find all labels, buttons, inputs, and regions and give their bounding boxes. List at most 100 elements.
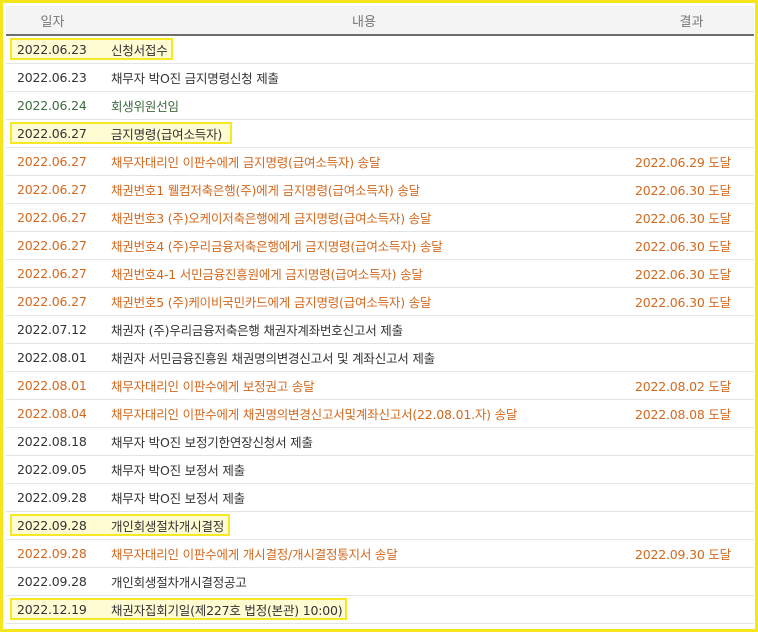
- row-date-text: 2022.06.27: [17, 294, 87, 309]
- row-date: 2022.09.28: [6, 511, 230, 540]
- row-result-text: 2022.06.30 도달: [635, 211, 731, 226]
- row-date-text: 2022.09.28: [17, 490, 87, 505]
- table-row: 2022.08.01 채무자대리인 이판수에게 보정권고 송달 2022.08.02…: [6, 371, 754, 400]
- row-date-text: 2022.06.27: [17, 238, 87, 253]
- row-date: 2022.06.23: [6, 63, 99, 92]
- row-content: 채권번호3 (주)오케이저축은행에게 금지명령(급여소득자) 송달: [99, 203, 629, 232]
- table-header-row: 일자 내용 결과: [6, 6, 754, 36]
- row-result-text: 2022.06.30 도달: [635, 183, 731, 198]
- row-content-text: 채무자대리인 이판수에게 개시결정/개시결정통지서 송달: [111, 547, 398, 562]
- row-content: 채권자 서민금융진흥원 채권명의변경신고서 및 계좌신고서 제출: [99, 343, 629, 372]
- column-header-content: 내용: [99, 6, 629, 36]
- row-content-text: 개인회생절차개시결정: [111, 519, 225, 534]
- row-date-text: 2022.08.01: [17, 350, 87, 365]
- row-date: 2022.09.28: [6, 483, 99, 512]
- row-date-text: 2022.06.23: [17, 70, 87, 85]
- row-content-text: 채권자 (주)우리금융저축은행 채권자계좌번호신고서 제출: [111, 323, 403, 338]
- row-content: 채무자 박O진 보정서 제출: [99, 483, 629, 512]
- row-content-text: 개인회생절차개시결정공고: [111, 575, 247, 590]
- table-row: 2022.08.18 채무자 박O진 보정기한연장신청서 제출: [6, 427, 754, 456]
- row-result: [629, 63, 754, 92]
- row-result: 2022.08.08 도달: [629, 399, 754, 428]
- row-result: [629, 35, 754, 64]
- table-row: 2022.09.05 채무자 박O진 보정서 제출: [6, 455, 754, 484]
- row-content-text: 채무자대리인 이판수에게 금지명령(급여소득자) 송달: [111, 155, 381, 170]
- table-row: 2022.07.12 채권자 (주)우리금융저축은행 채권자계좌번호신고서 제출: [6, 315, 754, 344]
- case-history-table: 일자 내용 결과 2022.06.23 신청서접수 2022.06.23 채무자 박O…: [6, 6, 754, 624]
- row-date-text: 2022.08.01: [17, 378, 87, 393]
- row-content-text: 채권자집회기일(제227호 법정(본관) 10:00): [111, 603, 343, 618]
- table-row: 2022.09.28 개인회생절차개시결정공고: [6, 567, 754, 596]
- table-row: 2022.09.28 채무자 박O진 보정서 제출: [6, 483, 754, 512]
- row-result: 2022.06.29 도달: [629, 147, 754, 176]
- row-date-text: 2022.06.27: [17, 154, 87, 169]
- row-content-text: 회생위원선임: [111, 99, 179, 114]
- row-date-text: 2022.07.12: [17, 322, 87, 337]
- table-row: 2022.08.04 채무자대리인 이판수에게 채권명의변경신고서및계좌신고서(2…: [6, 399, 754, 428]
- table-row: 2022.06.27 금지명령(급여소득자): [6, 119, 754, 148]
- row-date: 2022.06.27: [6, 175, 99, 204]
- table-row: 2022.09.28 개인회생절차개시결정: [6, 511, 754, 540]
- row-result: [629, 119, 754, 148]
- row-content-text: 채권번호1 웰컴저축은행(주)에게 금지명령(급여소득자) 송달: [111, 183, 420, 198]
- row-date: 2022.08.04: [6, 399, 99, 428]
- row-date: 2022.08.01: [6, 343, 99, 372]
- row-content-text: 채무자대리인 이판수에게 보정권고 송달: [111, 379, 315, 394]
- column-header-result: 결과: [629, 6, 754, 36]
- row-content: 신청서접수: [99, 35, 629, 64]
- row-date-text: 2022.06.24: [17, 98, 87, 113]
- row-result-text: 2022.06.30 도달: [635, 295, 731, 310]
- row-content: 회생위원선임: [99, 91, 629, 120]
- row-date: 2022.09.05: [6, 455, 99, 484]
- row-content: 채무자 박O진 금지명령신청 제출: [99, 63, 629, 92]
- row-date-text: 2022.12.19: [17, 602, 87, 617]
- row-date: 2022.07.12: [6, 315, 99, 344]
- table-row: 2022.06.23 신청서접수: [6, 35, 754, 64]
- row-date: 2022.06.27: [6, 147, 99, 176]
- row-content: 채권자 (주)우리금융저축은행 채권자계좌번호신고서 제출: [99, 315, 629, 344]
- row-content: 채무자대리인 이판수에게 채권명의변경신고서및계좌신고서(22.08.01.자)…: [99, 399, 629, 428]
- row-content: 채무자대리인 이판수에게 보정권고 송달: [99, 371, 629, 400]
- row-date-text: 2022.06.27: [17, 266, 87, 281]
- row-result: [629, 511, 754, 540]
- column-header-date: 일자: [6, 6, 99, 36]
- row-result: 2022.08.02 도달: [629, 371, 754, 400]
- row-date-text: 2022.06.27: [17, 210, 87, 225]
- table-row: 2022.06.27 채권번호4-1 서민금융진흥원에게 금지명령(급여소득자) …: [6, 259, 754, 288]
- row-content-text: 채권번호4 (주)우리금융저축은행에게 금지명령(급여소득자) 송달: [111, 239, 443, 254]
- row-date: 2022.06.23: [6, 35, 173, 64]
- row-content-text: 채권자 서민금융진흥원 채권명의변경신고서 및 계좌신고서 제출: [111, 351, 435, 366]
- row-result: [629, 343, 754, 372]
- row-result-text: 2022.08.08 도달: [635, 407, 731, 422]
- row-content: 개인회생절차개시결정공고: [99, 567, 629, 596]
- row-content: 채권번호4 (주)우리금융저축은행에게 금지명령(급여소득자) 송달: [99, 231, 629, 260]
- row-result: 2022.06.30 도달: [629, 259, 754, 288]
- row-content-text: 금지명령(급여소득자): [111, 127, 223, 142]
- row-content-text: 채무자 박O진 보정서 제출: [111, 491, 245, 506]
- row-content-text: 채권번호4-1 서민금융진흥원에게 금지명령(급여소득자) 송달: [111, 267, 423, 282]
- row-content: 채권번호1 웰컴저축은행(주)에게 금지명령(급여소득자) 송달: [99, 175, 629, 204]
- row-content: 채무자 박O진 보정기한연장신청서 제출: [99, 427, 629, 456]
- table-row: 2022.12.19 채권자집회기일(제227호 법정(본관) 10:00): [6, 595, 754, 624]
- row-date: 2022.09.28: [6, 539, 99, 568]
- row-date-text: 2022.08.18: [17, 434, 87, 449]
- row-date-text: 2022.06.23: [17, 42, 87, 57]
- table-row: 2022.06.24 회생위원선임: [6, 91, 754, 120]
- row-result: [629, 91, 754, 120]
- row-result: 2022.09.30 도달: [629, 539, 754, 568]
- table-row: 2022.06.27 채권번호1 웰컴저축은행(주)에게 금지명령(급여소득자) …: [6, 175, 754, 204]
- row-date: 2022.06.27: [6, 203, 99, 232]
- row-content-text: 채무자 박O진 보정서 제출: [111, 463, 245, 478]
- row-result: [629, 595, 754, 624]
- row-date-text: 2022.09.28: [17, 574, 87, 589]
- row-result: [629, 315, 754, 344]
- row-result-text: 2022.06.29 도달: [635, 155, 731, 170]
- row-date-text: 2022.06.27: [17, 126, 87, 141]
- table-row: 2022.06.27 채권번호5 (주)케이비국민카드에게 금지명령(급여소득자)…: [6, 287, 754, 316]
- table-row: 2022.08.01 채권자 서민금융진흥원 채권명의변경신고서 및 계좌신고서 …: [6, 343, 754, 372]
- row-content: 채권번호4-1 서민금융진흥원에게 금지명령(급여소득자) 송달: [99, 259, 629, 288]
- row-result: 2022.06.30 도달: [629, 175, 754, 204]
- row-result-text: 2022.06.30 도달: [635, 239, 731, 254]
- row-result-text: 2022.09.30 도달: [635, 547, 731, 562]
- row-content-text: 채권번호3 (주)오케이저축은행에게 금지명령(급여소득자) 송달: [111, 211, 432, 226]
